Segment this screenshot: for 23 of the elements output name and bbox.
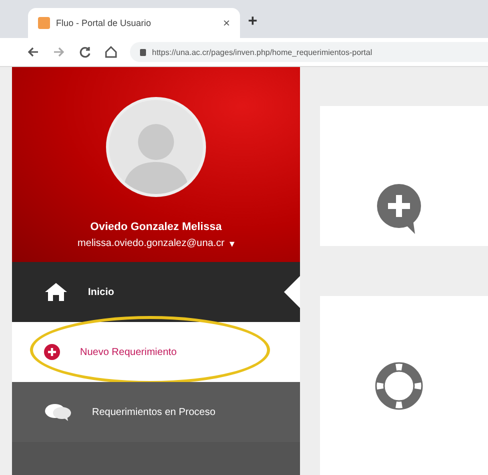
reload-icon[interactable]	[78, 45, 92, 59]
house-icon	[44, 282, 68, 302]
plus-speech-bubble-icon	[375, 184, 423, 234]
user-email: melissa.oviedo.gonzalez@una.cr	[78, 238, 224, 250]
browser-tab[interactable]: Fluo - Portal de Usuario ×	[28, 8, 240, 38]
chat-bubbles-icon	[44, 403, 72, 421]
close-tab-button[interactable]: ×	[222, 16, 230, 30]
address-bar[interactable]: https://una.ac.cr/pages/inven.php/home_requerimientos-portal	[130, 42, 488, 62]
menu-item[interactable]: Requerimientos en Proceso	[12, 382, 300, 442]
tab-title: Fluo - Portal de Usuario	[56, 18, 152, 28]
back-icon[interactable]	[26, 45, 40, 59]
card-background[interactable]	[320, 106, 488, 246]
user-name: Oviedo Gonzalez Melissa	[90, 221, 222, 233]
home-icon[interactable]	[104, 45, 118, 59]
plus-circle-icon	[44, 344, 60, 360]
card-background[interactable]	[320, 296, 488, 475]
dropdown-caret[interactable]: ▾	[229, 238, 234, 250]
new-tab-button[interactable]: +	[248, 13, 258, 31]
lock-icon	[140, 48, 146, 56]
menu-item[interactable]: Inicio	[12, 262, 300, 322]
lifebuoy-icon	[375, 362, 423, 410]
favicon-icon	[38, 17, 50, 29]
menu-item[interactable]: Nuevo Requerimiento	[12, 322, 300, 382]
